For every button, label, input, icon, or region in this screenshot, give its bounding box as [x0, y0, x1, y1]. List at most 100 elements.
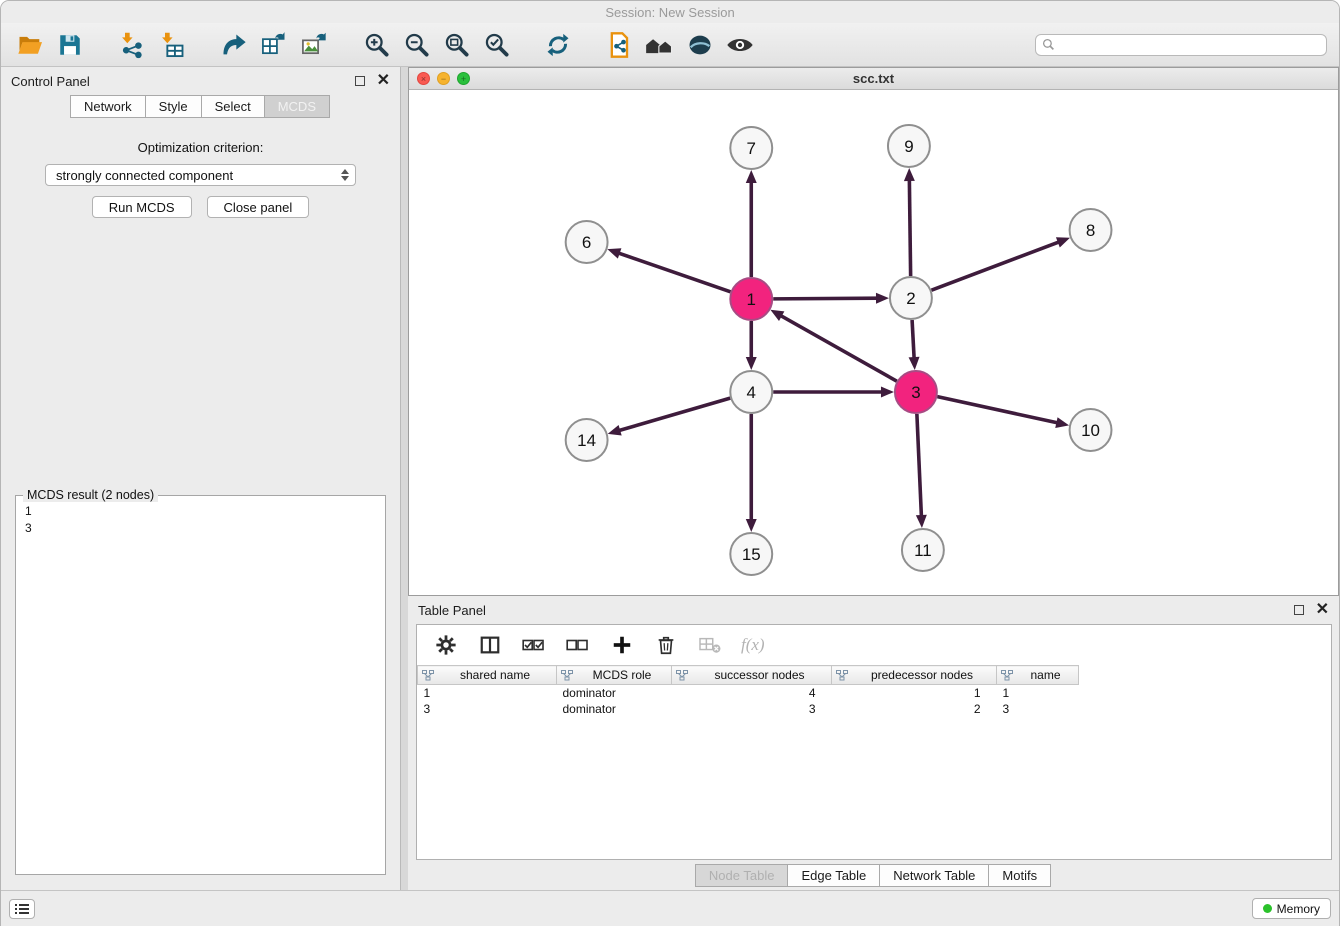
- delete-table-icon: [697, 632, 723, 658]
- table-tab-motifs[interactable]: Motifs: [988, 864, 1051, 887]
- graph-edge-1-2[interactable]: [773, 298, 878, 299]
- graph-edge-4-14[interactable]: [618, 398, 730, 431]
- graph-node-7[interactable]: 7: [730, 127, 772, 169]
- zoom-fit-icon[interactable]: [439, 28, 473, 62]
- graph-node-9[interactable]: 9: [888, 125, 930, 167]
- split-panel-icon[interactable]: [477, 632, 503, 658]
- graph-edge-3-11[interactable]: [917, 414, 922, 517]
- zoom-out-icon[interactable]: [399, 28, 433, 62]
- global-search-input[interactable]: [1059, 37, 1320, 53]
- window-zoom-icon[interactable]: +: [457, 72, 470, 85]
- mcds-result-box: MCDS result (2 nodes) 13: [15, 495, 386, 875]
- global-search[interactable]: [1035, 34, 1327, 56]
- zoom-selected-icon[interactable]: [479, 28, 513, 62]
- column-type-icon: [676, 670, 688, 684]
- window-minimize-icon[interactable]: −: [437, 72, 450, 85]
- import-network-from-file-icon[interactable]: [115, 28, 149, 62]
- graph-node-4[interactable]: 4: [730, 371, 772, 413]
- memory-button[interactable]: Memory: [1252, 898, 1331, 919]
- control-tab-mcds[interactable]: MCDS: [264, 95, 330, 118]
- first-neighbors-icon[interactable]: [603, 28, 637, 62]
- save-icon[interactable]: [53, 28, 87, 62]
- create-column-icon[interactable]: [609, 632, 635, 658]
- refresh-icon[interactable]: [541, 28, 575, 62]
- app-window: Session: New Session: [0, 0, 1340, 926]
- table-tab-edge-table[interactable]: Edge Table: [787, 864, 880, 887]
- list-icon: [15, 903, 29, 915]
- table-cell[interactable]: 3: [672, 701, 832, 717]
- import-table-from-file-icon[interactable]: [155, 28, 189, 62]
- table-cell[interactable]: dominator: [557, 701, 672, 717]
- column-header-predecessor-nodes[interactable]: predecessor nodes: [832, 666, 997, 685]
- apply-style-icon[interactable]: [683, 28, 717, 62]
- table-panel-close-icon[interactable]: ✕: [1316, 605, 1329, 615]
- graph-edge-3-1[interactable]: [780, 315, 897, 381]
- control-tab-select[interactable]: Select: [201, 95, 265, 118]
- graph-node-8[interactable]: 8: [1070, 209, 1112, 251]
- run-mcds-button[interactable]: Run MCDS: [92, 196, 192, 218]
- network-canvas[interactable]: 7 9 6 8 1 2 4 3 14 10 15 11: [409, 90, 1338, 595]
- graph-edge-2-3[interactable]: [912, 320, 914, 359]
- graph-node-15[interactable]: 15: [730, 533, 772, 575]
- graph-edge-2-9[interactable]: [909, 179, 910, 276]
- graph-node-2[interactable]: 2: [890, 277, 932, 319]
- graph-node-6[interactable]: 6: [566, 221, 608, 263]
- control-panel-header: Control Panel ✕: [1, 67, 400, 95]
- graph-node-3[interactable]: 3: [895, 371, 937, 413]
- window-close-icon[interactable]: ×: [417, 72, 430, 85]
- select-all-columns-icon[interactable]: [521, 632, 547, 658]
- control-panel-float-icon[interactable]: [355, 76, 365, 86]
- table-cell[interactable]: 2: [832, 701, 997, 717]
- unselect-all-columns-icon[interactable]: [565, 632, 591, 658]
- open-file-icon[interactable]: [13, 28, 47, 62]
- table-options-icon[interactable]: [433, 632, 459, 658]
- workspace: Control Panel ✕ NetworkStyleSelectMCDS O…: [1, 67, 1339, 890]
- graph-edge-arrow: [746, 170, 757, 183]
- memory-label: Memory: [1277, 902, 1320, 916]
- optimization-criterion-label: Optimization criterion:: [1, 140, 400, 155]
- control-panel-close-icon[interactable]: ✕: [377, 76, 390, 86]
- network-window-titlebar[interactable]: scc.txt × − +: [409, 68, 1338, 90]
- right-column: scc.txt × − + 7968124314101511 Table Pan…: [401, 67, 1339, 890]
- optimization-criterion-select[interactable]: strongly connected component: [45, 164, 356, 186]
- graph-edge-2-8[interactable]: [931, 242, 1059, 291]
- column-header-successor-nodes[interactable]: successor nodes: [672, 666, 832, 685]
- graph-node-14[interactable]: 14: [566, 419, 608, 461]
- table-tab-node-table[interactable]: Node Table: [695, 864, 789, 887]
- table-cell[interactable]: dominator: [557, 685, 672, 701]
- control-tab-style[interactable]: Style: [145, 95, 202, 118]
- close-panel-button[interactable]: Close panel: [207, 196, 310, 218]
- export-network-icon[interactable]: [217, 28, 251, 62]
- table-cell[interactable]: 3: [997, 701, 1079, 717]
- column-header-mcds-role[interactable]: MCDS role: [557, 666, 672, 685]
- table-cell[interactable]: 1: [832, 685, 997, 701]
- column-header-name[interactable]: name: [997, 666, 1079, 685]
- table-cell[interactable]: 1: [418, 685, 557, 701]
- table-panel-float-icon[interactable]: [1294, 605, 1304, 615]
- export-table-icon[interactable]: [257, 28, 291, 62]
- export-image-icon[interactable]: [297, 28, 331, 62]
- task-history-button[interactable]: [9, 899, 35, 919]
- hide-unhide-icon[interactable]: [643, 28, 677, 62]
- network-graph[interactable]: 7 9 6 8 1 2 4 3 14 10 15 11: [409, 90, 1338, 595]
- table-row[interactable]: 1dominator411: [418, 685, 1079, 701]
- network-view-window: scc.txt × − + 7 9 6 8 1 2 4 3 14 10 15 11: [408, 67, 1339, 596]
- control-panel: Control Panel ✕ NetworkStyleSelectMCDS O…: [1, 67, 401, 890]
- table-tab-network-table[interactable]: Network Table: [879, 864, 989, 887]
- column-type-icon: [561, 670, 573, 684]
- graph-edge-1-6[interactable]: [618, 253, 731, 292]
- graph-edge-3-10[interactable]: [937, 397, 1058, 423]
- column-header-shared-name[interactable]: shared name: [418, 666, 557, 685]
- table-cell[interactable]: 3: [418, 701, 557, 717]
- control-tab-network[interactable]: Network: [70, 95, 146, 118]
- graph-node-10[interactable]: 10: [1070, 409, 1112, 451]
- table-cell[interactable]: 4: [672, 685, 832, 701]
- graph-node-1[interactable]: 1: [730, 278, 772, 320]
- show-graphics-details-icon[interactable]: [723, 28, 757, 62]
- zoom-in-icon[interactable]: [359, 28, 393, 62]
- table-panel-header: Table Panel ✕: [408, 596, 1339, 624]
- delete-columns-icon[interactable]: [653, 632, 679, 658]
- table-row[interactable]: 3dominator323: [418, 701, 1079, 717]
- graph-node-11[interactable]: 11: [902, 529, 944, 571]
- table-cell[interactable]: 1: [997, 685, 1079, 701]
